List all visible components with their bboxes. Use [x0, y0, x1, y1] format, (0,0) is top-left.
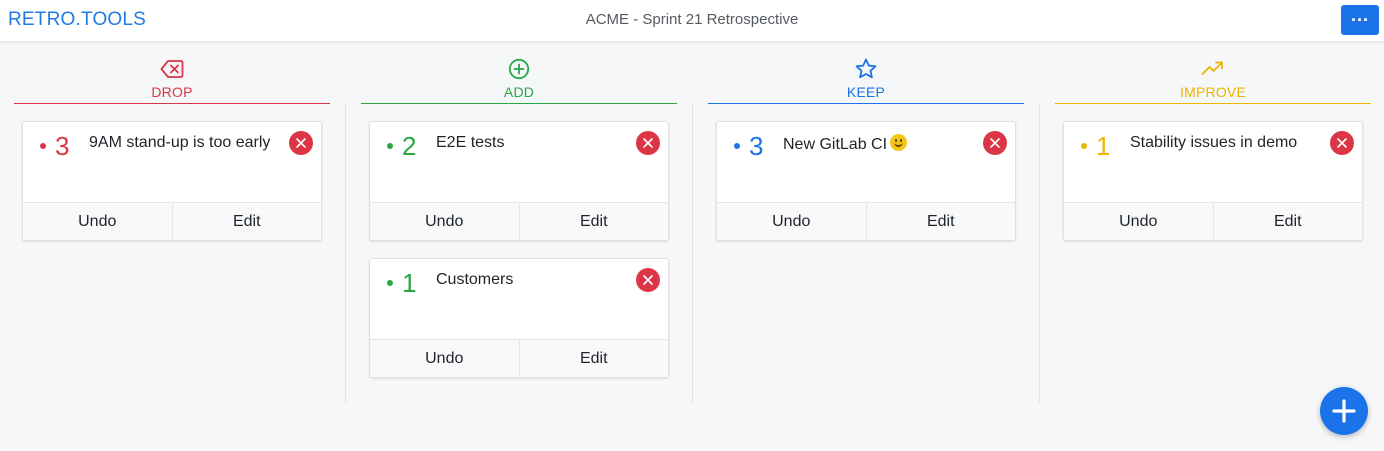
- edit-button[interactable]: Edit: [518, 340, 669, 377]
- edit-button[interactable]: Edit: [171, 203, 322, 240]
- column-divider: [1039, 104, 1040, 403]
- close-icon: [990, 138, 1000, 148]
- card: 1 Customers Undo Edit: [369, 258, 669, 378]
- bullet-icon: [40, 143, 46, 149]
- vote-count: 2: [402, 131, 417, 161]
- more-menu-button[interactable]: ···: [1341, 5, 1379, 35]
- column-title: ADD: [503, 84, 535, 100]
- close-icon: [643, 138, 653, 148]
- card: 3 New GitLab CI Undo Edit: [716, 121, 1016, 241]
- star-icon: [854, 58, 878, 80]
- edit-button[interactable]: Edit: [865, 203, 1016, 240]
- undo-button[interactable]: Undo: [370, 203, 519, 240]
- vote-counter[interactable]: 3: [734, 130, 763, 162]
- top-bar: RETRO.TOOLS ACME - Sprint 21 Retrospecti…: [0, 0, 1384, 41]
- card-text: E2E tests: [436, 134, 505, 151]
- undo-button[interactable]: Undo: [1064, 203, 1213, 240]
- card: 3 9AM stand-up is too early Undo Edit: [22, 121, 322, 241]
- column-underline: [708, 103, 1024, 104]
- column-divider: [692, 104, 693, 403]
- plus-circle-icon: [507, 58, 531, 80]
- more-dots-icon: ···: [1351, 10, 1369, 30]
- card-actions: Undo Edit: [370, 202, 668, 240]
- undo-button[interactable]: Undo: [370, 340, 519, 377]
- column-header: IMPROVE: [1055, 58, 1371, 104]
- close-icon: [1337, 138, 1347, 148]
- column-header: DROP: [14, 58, 330, 104]
- board-title: ACME - Sprint 21 Retrospective: [585, 11, 799, 28]
- column-underline: [1055, 103, 1371, 104]
- card-text: Customers: [436, 271, 514, 288]
- column-header: KEEP: [708, 58, 1024, 104]
- column-underline: [361, 103, 677, 104]
- undo-button[interactable]: Undo: [717, 203, 866, 240]
- card-actions: Undo Edit: [23, 202, 321, 240]
- column-title: KEEP: [846, 84, 886, 100]
- card-actions: Undo Edit: [717, 202, 1015, 240]
- card-text: 9AM stand-up is too early: [89, 134, 271, 151]
- bullet-icon: [734, 143, 740, 149]
- vote-counter[interactable]: 2: [387, 130, 416, 162]
- vote-counter[interactable]: 3: [40, 130, 69, 162]
- trending-up-icon: [1201, 58, 1225, 80]
- card-text-row: New GitLab CI: [783, 134, 908, 154]
- edit-button[interactable]: Edit: [518, 203, 669, 240]
- column-header: ADD: [361, 58, 677, 104]
- vote-count: 1: [402, 268, 417, 298]
- card: 2 E2E tests Undo Edit: [369, 121, 669, 241]
- delete-card-button[interactable]: [636, 131, 660, 155]
- slightly-smiling-face-icon: [890, 134, 908, 151]
- vote-counter[interactable]: 1: [1081, 130, 1110, 162]
- bullet-icon: [1081, 143, 1087, 149]
- undo-button[interactable]: Undo: [23, 203, 172, 240]
- close-icon: [296, 138, 306, 148]
- card-text: Stability issues in demo: [1130, 134, 1298, 151]
- column-underline: [14, 103, 330, 104]
- vote-count: 3: [55, 131, 70, 161]
- delete-card-button[interactable]: [289, 131, 313, 155]
- add-card-button[interactable]: [1320, 387, 1368, 435]
- column-title: DROP: [151, 84, 193, 100]
- backspace-icon: [160, 58, 184, 80]
- bullet-icon: [387, 143, 393, 149]
- card-actions: Undo Edit: [370, 339, 668, 377]
- column-title: IMPROVE: [1180, 84, 1246, 100]
- delete-card-button[interactable]: [636, 268, 660, 292]
- vote-count: 1: [1096, 131, 1111, 161]
- vote-counter[interactable]: 1: [387, 267, 416, 299]
- card-text: New GitLab CI: [783, 136, 888, 153]
- delete-card-button[interactable]: [1330, 131, 1354, 155]
- delete-card-button[interactable]: [983, 131, 1007, 155]
- bullet-icon: [387, 280, 393, 286]
- plus-icon: [1332, 399, 1356, 423]
- column-divider: [345, 104, 346, 403]
- edit-button[interactable]: Edit: [1212, 203, 1363, 240]
- card-actions: Undo Edit: [1064, 202, 1362, 240]
- card: 1 Stability issues in demo Undo Edit: [1063, 121, 1363, 241]
- vote-count: 3: [749, 131, 764, 161]
- close-icon: [643, 275, 653, 285]
